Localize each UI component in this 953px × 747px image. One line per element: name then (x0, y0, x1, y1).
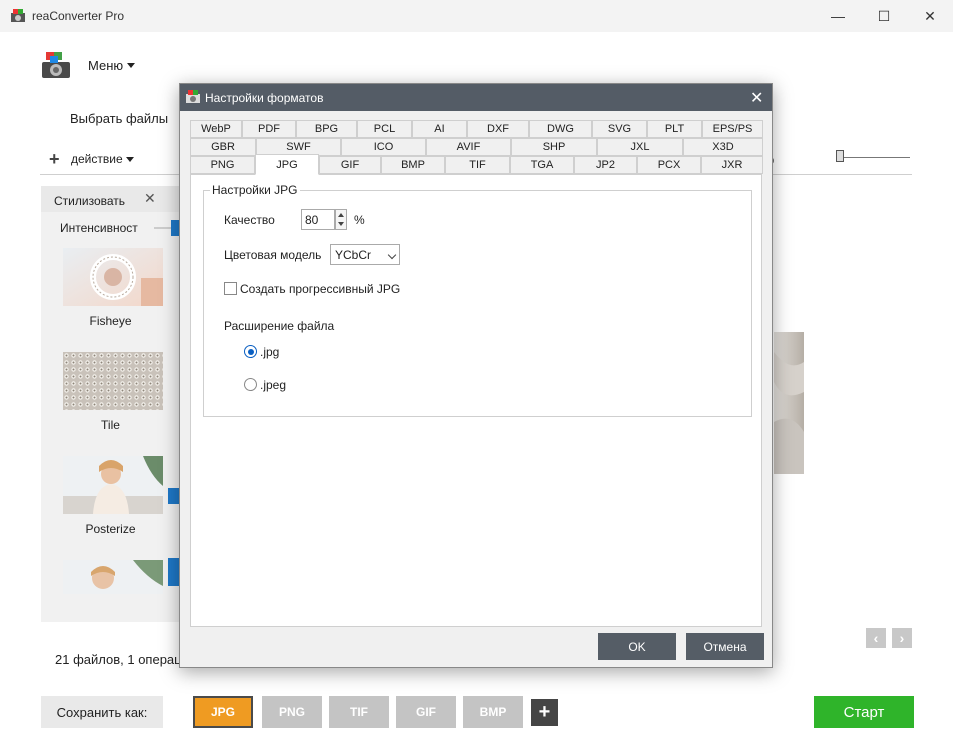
menu-label: Меню (88, 58, 124, 73)
quality-stepper[interactable] (335, 209, 347, 230)
tab-pcx[interactable]: PCX (637, 156, 701, 174)
ok-button[interactable]: OK (598, 633, 676, 660)
color-model-label: Цветовая модель (224, 248, 322, 262)
prev-arrow-button[interactable]: ‹ (866, 628, 886, 648)
tab-ico[interactable]: ICO (341, 138, 426, 156)
jpg-settings-panel: Настройки JPG Качество 80 % Цветовая мод… (190, 174, 762, 627)
plus-icon[interactable]: + (49, 150, 60, 168)
minimize-button[interactable]: — (815, 0, 861, 32)
format-button-jpg[interactable]: JPG (193, 696, 253, 728)
window-title: reaConverter Pro (32, 9, 125, 23)
app-icon (11, 9, 25, 22)
tab-webp[interactable]: WebP (190, 120, 242, 138)
format-button-bmp[interactable]: BMP (463, 696, 523, 728)
zoom-slider-track[interactable] (838, 157, 910, 158)
action-label: действие (71, 152, 123, 166)
chevron-down-icon (125, 156, 134, 162)
tab-tga[interactable]: TGA (510, 156, 574, 174)
tab-pcl[interactable]: PCL (357, 120, 412, 138)
close-icon[interactable]: ✕ (750, 88, 763, 108)
tab-dxf[interactable]: DXF (467, 120, 529, 138)
tab-avif[interactable]: AVIF (426, 138, 511, 156)
arrow-up-icon[interactable] (338, 213, 344, 217)
effect-label: Posterize (85, 522, 136, 536)
tab-jxr[interactable]: JXR (701, 156, 763, 174)
format-settings-dialog: Настройки форматов ✕ WebP PDF BPG PCL AI… (179, 83, 773, 668)
tab-bmp[interactable]: BMP (381, 156, 445, 174)
posterize-thumbnail[interactable] (63, 456, 163, 514)
stylize-tab-label: Стилизовать (54, 194, 126, 208)
menu-button[interactable]: Меню (88, 58, 136, 73)
color-model-select[interactable]: YCbCr (330, 244, 400, 265)
stylize-panel-body: Интенсивност Fisheye Tile Posterize (41, 212, 180, 622)
extension-label: Расширение файла (224, 319, 335, 333)
effect-thumbnail[interactable] (63, 560, 163, 594)
tab-jxl[interactable]: JXL (597, 138, 683, 156)
chevron-down-icon (387, 250, 397, 260)
dialog-title: Настройки форматов (205, 91, 324, 105)
dialog-titlebar: Настройки форматов ✕ (180, 84, 772, 111)
next-arrow-button[interactable]: › (892, 628, 912, 648)
format-tabs: WebP PDF BPG PCL AI DXF DWG SVG PLT EPS/… (190, 120, 763, 175)
tab-x3d[interactable]: X3D (683, 138, 763, 156)
action-dropdown[interactable]: действие (71, 152, 134, 166)
tab-ai[interactable]: AI (412, 120, 467, 138)
progressive-checkbox[interactable] (224, 282, 237, 295)
start-button[interactable]: Старт (814, 696, 914, 728)
radio-jpeg-label[interactable]: .jpeg (260, 378, 286, 392)
format-button-tif[interactable]: TIF (329, 696, 389, 728)
close-icon[interactable]: ✕ (144, 190, 156, 207)
group-title: Настройки JPG (210, 183, 300, 197)
arrow-down-icon[interactable] (338, 222, 344, 226)
effect-label: Tile (101, 418, 120, 432)
effect-label: Fisheye (89, 314, 132, 328)
window-titlebar: reaConverter Pro — ☐ ✕ (0, 0, 953, 32)
add-format-button[interactable]: + (531, 699, 558, 726)
quality-unit: % (354, 213, 365, 227)
tab-jp2[interactable]: JP2 (574, 156, 637, 174)
tab-gif[interactable]: GIF (319, 156, 381, 174)
preview-image (774, 332, 804, 474)
tab-eps-ps[interactable]: EPS/PS (702, 120, 763, 138)
tab-gbr[interactable]: GBR (190, 138, 256, 156)
format-button-png[interactable]: PNG (262, 696, 322, 728)
radio-jpeg[interactable] (244, 378, 257, 391)
tab-pdf[interactable]: PDF (242, 120, 296, 138)
tab-shp[interactable]: SHP (511, 138, 597, 156)
tab-svg[interactable]: SVG (592, 120, 647, 138)
quality-label: Качество (224, 213, 275, 227)
tab-jpg[interactable]: JPG (255, 154, 319, 175)
close-button[interactable]: ✕ (907, 0, 953, 32)
zoom-slider-thumb[interactable] (836, 150, 844, 162)
status-text: 21 файлов, 1 операци (55, 652, 189, 667)
maximize-button[interactable]: ☐ (861, 0, 907, 32)
intensity-label: Интенсивност (60, 221, 138, 235)
fisheye-thumbnail[interactable] (63, 248, 163, 306)
tab-tif[interactable]: TIF (445, 156, 510, 174)
quality-input[interactable]: 80 (301, 209, 335, 230)
format-button-gif[interactable]: GIF (396, 696, 456, 728)
jpg-settings-group: Настройки JPG Качество 80 % Цветовая мод… (203, 183, 752, 417)
select-files-button[interactable]: Выбрать файлы (70, 111, 168, 126)
save-as-label: Сохранить как: (41, 696, 163, 728)
radio-jpg-label[interactable]: .jpg (260, 345, 279, 359)
tab-dwg[interactable]: DWG (529, 120, 592, 138)
tab-png[interactable]: PNG (190, 156, 255, 174)
tab-bpg[interactable]: BPG (296, 120, 357, 138)
color-model-value: YCbCr (335, 248, 372, 262)
app-logo (42, 52, 70, 78)
stylize-tab[interactable]: Стилизовать ✕ (41, 186, 161, 212)
chevron-down-icon (127, 63, 136, 68)
stylize-panel: Стилизовать ✕ Интенсивност Fisheye Tile … (41, 186, 180, 622)
radio-jpg[interactable] (244, 345, 257, 358)
cancel-button[interactable]: Отмена (686, 633, 764, 660)
progressive-label[interactable]: Создать прогрессивный JPG (240, 282, 400, 296)
tile-thumbnail[interactable] (63, 352, 163, 410)
app-icon (186, 90, 200, 103)
tab-plt[interactable]: PLT (647, 120, 702, 138)
